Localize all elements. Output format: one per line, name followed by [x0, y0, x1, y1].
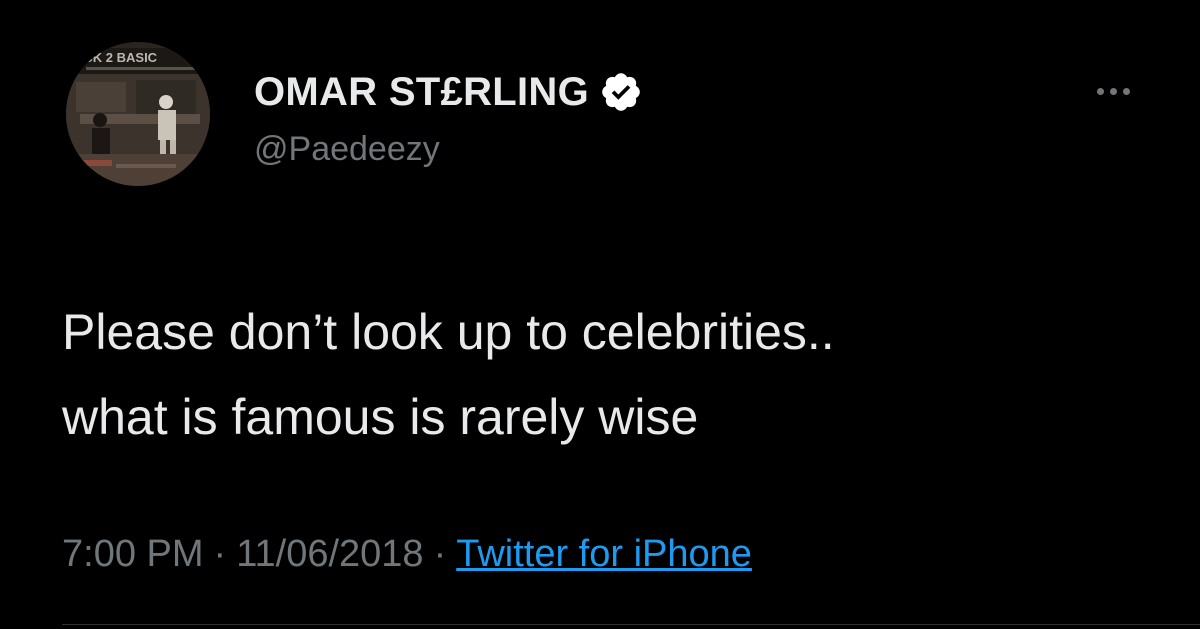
avatar-sign-text: ACK 2 BASIC — [74, 50, 158, 65]
more-dot — [1096, 87, 1104, 95]
meta-separator: · — [433, 533, 447, 575]
tweet-date[interactable]: 11/06/2018 — [236, 533, 423, 576]
divider — [62, 624, 1200, 625]
author-handle[interactable]: @Paedeezy — [254, 132, 440, 166]
tweet-card: ACK 2 BASIC OMAR ST£RLING @Paedeezy Plea… — [0, 0, 1200, 629]
tweet-time[interactable]: 7:00 PM — [62, 533, 204, 576]
tweet-source-link[interactable]: Twitter for iPhone — [456, 533, 752, 576]
tweet-text: Please don’t look up to celebrities.. wh… — [62, 290, 1162, 460]
author-display-name[interactable]: OMAR ST£RLING — [254, 72, 589, 112]
more-dot — [1109, 87, 1117, 95]
more-horizontal-icon[interactable] — [1088, 76, 1138, 106]
avatar[interactable]: ACK 2 BASIC — [66, 42, 210, 186]
more-dot — [1122, 87, 1130, 95]
meta-separator: · — [213, 533, 227, 575]
tweet-text-line: what is famous is rarely wise — [62, 389, 699, 445]
avatar-image: ACK 2 BASIC — [66, 42, 210, 186]
tweet-metadata: 7:00 PM · 11/06/2018 · Twitter for iPhon… — [62, 533, 752, 576]
author-name-row: OMAR ST£RLING — [254, 70, 643, 114]
verified-badge-icon — [599, 70, 643, 114]
tweet-text-line: Please don’t look up to celebrities.. — [62, 304, 835, 360]
